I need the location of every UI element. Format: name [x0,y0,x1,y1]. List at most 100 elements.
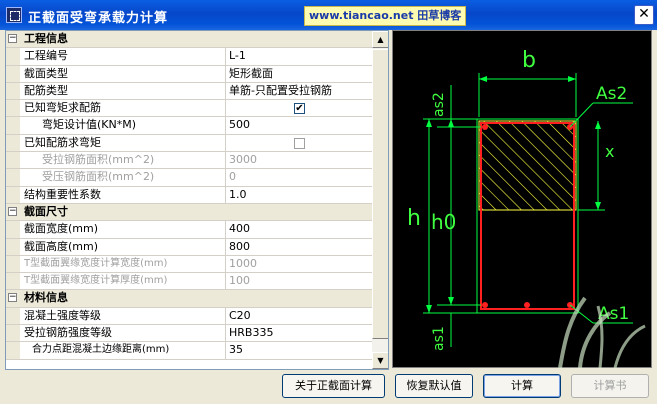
property-row[interactable]: 受拉钢筋面积(mm^2) 3000 [6,152,372,170]
property-value[interactable]: 3000 [225,152,372,169]
as2-leader [569,102,594,128]
title-bar: 正截面受弯承载力计算 www.tiancao.net 田草博客 ✕ [0,0,657,30]
property-row[interactable]: 截面类型 矩形截面 [6,65,372,83]
h-arrow-top [426,119,432,127]
property-label: 配筋类型 [24,83,68,97]
property-row[interactable]: 截面高度(mm) 800 [6,238,372,256]
scroll-up-button[interactable]: ▲ [372,31,388,48]
property-label: 工程编号 [24,49,68,63]
x-label: x [605,142,614,161]
property-label: 已知弯矩求配筋 [24,101,101,115]
property-label: 受拉钢筋强度等级 [24,326,112,340]
property-label: 合力点距混凝土边缘距离(mm) [32,344,170,356]
property-label: 受拉钢筋面积(mm^2) [42,153,155,167]
property-label: 工程信息 [24,32,68,45]
property-value[interactable]: 1.0 [225,186,372,203]
restore-defaults-button[interactable]: 恢复默认值 [395,374,473,398]
property-grid[interactable]: 工程信息 − 工程编号 L-1 截面类型 矩形截面 配筋类型 单筋-只配置受拉钢筋 已知弯矩求配… [5,30,389,370]
property-value[interactable]: 800 [225,238,372,255]
row-indent [6,273,20,290]
category-row[interactable]: 截面尺寸 − [6,203,372,222]
property-value[interactable]: 400 [225,221,372,238]
b-label: b [522,48,536,73]
property-row[interactable]: 合力点距混凝土边缘距离(mm) 35 [6,342,372,360]
h-label: h [407,206,421,231]
row-indent [6,238,20,255]
property-value[interactable]: L-1 [225,48,372,65]
property-label: 已知配筋求弯矩 [24,135,101,149]
row-indent [6,169,20,186]
property-label: 受压钢筋面积(mm^2) [42,170,155,184]
property-value[interactable]: 35 [225,342,372,359]
row-indent [6,100,20,117]
property-label: 截面宽度(mm) [24,222,99,236]
property-value[interactable] [225,134,372,152]
category-row[interactable]: 工程信息 − [6,31,372,49]
h0-label: h0 [431,210,456,234]
property-checkbox[interactable] [294,137,305,149]
property-label: T型截面翼缘宽度计算厚度(mm) [24,275,168,287]
scroll-down-button[interactable]: ▼ [372,352,388,369]
collapse-toggle-icon[interactable]: − [8,293,17,303]
property-value[interactable]: 500 [225,117,372,134]
x-arrow-top [595,121,601,129]
vertical-scrollbar[interactable]: ▲ ▼ [372,31,388,369]
grass-watermark [540,278,652,369]
property-value[interactable]: 矩形截面 [225,65,372,82]
property-row[interactable]: 受拉钢筋强度等级 HRB335 [6,325,372,343]
property-row[interactable]: 已知弯矩求配筋 ✔ [6,100,372,118]
row-indent [6,117,20,134]
app-icon [6,7,22,23]
category-row[interactable]: 材料信息 − [6,290,372,308]
property-label: 混凝土强度等级 [24,308,101,322]
property-value[interactable]: ✔ [225,100,372,117]
row-indent [6,186,20,203]
property-row[interactable]: 结构重要性系数 1.0 [6,186,372,204]
property-row[interactable]: 配筋类型 单筋-只配置受拉钢筋 [6,82,372,101]
b-arrow-left [479,76,487,82]
calculate-button[interactable]: 计算 [483,374,561,398]
scroll-thumb[interactable] [372,49,388,339]
row-indent [6,342,20,359]
property-row[interactable]: 工程编号 L-1 [6,48,372,66]
collapse-toggle-icon[interactable]: − [8,206,17,216]
report-button[interactable]: 计算书 [571,374,649,398]
property-value[interactable]: 100 [225,273,372,290]
grass-watermark-svg [558,296,646,369]
property-rows: 工程信息 − 工程编号 L-1 截面类型 矩形截面 配筋类型 单筋-只配置受拉钢筋 已知弯矩求配… [6,31,372,360]
property-row[interactable]: 弯矩设计值(KN*M) 500 [6,117,372,135]
property-label: T型截面翼缘宽度计算宽度(mm) [24,257,168,269]
property-row[interactable]: T型截面翼缘宽度计算宽度(mm) 1000 [6,255,372,274]
property-value[interactable]: HRB335 [225,325,372,342]
row-indent [6,152,20,169]
property-label: 材料信息 [24,291,68,305]
property-value[interactable]: 1000 [225,255,372,273]
collapse-toggle-icon[interactable]: − [8,34,17,43]
site-badge[interactable]: www.tiancao.net 田草博客 [304,6,467,26]
window-title: 正截面受弯承载力计算 [28,11,169,26]
row-indent [6,221,20,238]
row-indent [6,134,20,152]
property-value[interactable]: 0 [225,169,372,186]
property-row[interactable]: T型截面翼缘宽度计算厚度(mm) 100 [6,273,372,291]
property-checkbox[interactable]: ✔ [294,103,305,115]
property-label: 截面尺寸 [24,204,68,218]
property-value[interactable]: C20 [225,307,372,325]
x-arrow-bottom [595,202,601,210]
property-row[interactable]: 截面宽度(mm) 400 [6,221,372,239]
row-indent [6,82,20,100]
property-label: 截面类型 [24,66,68,80]
close-button[interactable]: ✕ [634,5,654,25]
property-row[interactable]: 混凝土强度等级 C20 [6,307,372,326]
property-row[interactable]: 已知配筋求弯矩 [6,134,372,153]
h0-arrow-top [448,119,454,127]
row-indent [6,48,20,65]
row-indent [6,255,20,273]
about-calculation-button[interactable]: 关于正截面计算 [282,374,385,398]
property-value[interactable]: 单筋-只配置受拉钢筋 [225,82,372,100]
as2-cover-label: as2 [431,92,447,117]
property-row[interactable]: 受压钢筋面积(mm^2) 0 [6,169,372,187]
property-label: 结构重要性系数 [24,187,101,201]
bottom-rebar-1 [482,302,488,308]
row-indent [6,307,20,325]
